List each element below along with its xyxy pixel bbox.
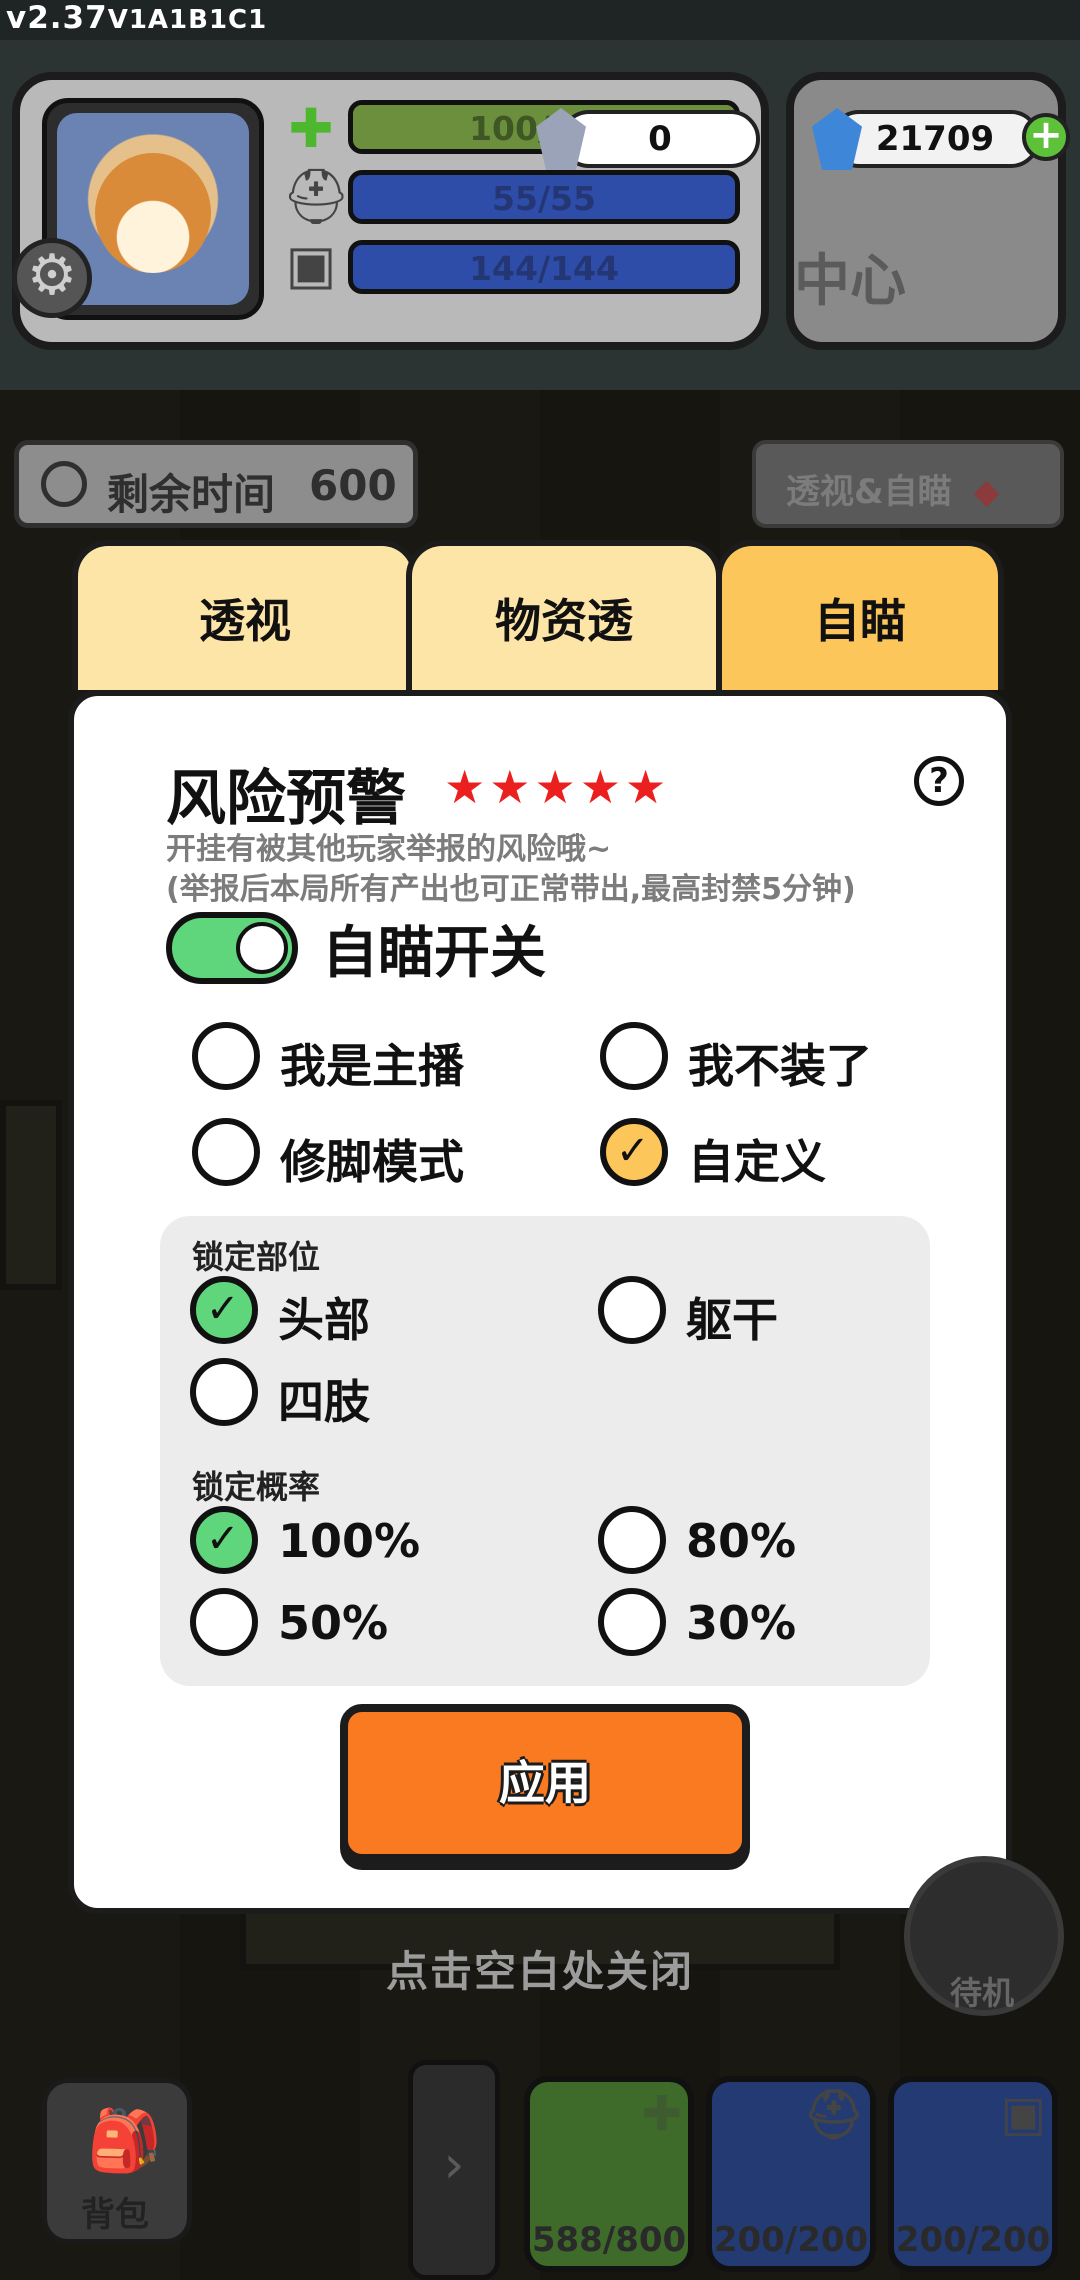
aimbot-toggle[interactable] (166, 912, 298, 984)
radio-checked-icon: ✓ (600, 1118, 668, 1186)
radio-icon (600, 1022, 668, 1090)
tab-aimbot[interactable]: 自瞄 (716, 540, 1004, 690)
tab-item-xray[interactable]: 物资透 (406, 540, 722, 690)
inventory-slot-helmet[interactable]: ⛑ 200/200 (706, 2076, 876, 2272)
armor-value: 144/144 (469, 249, 619, 288)
minimap-label: 中心 (794, 249, 906, 314)
timer-label: 剩余时间 (107, 470, 276, 519)
lock-part-title: 锁定部位 (192, 1238, 321, 1276)
cheat-tabs: 透视 物资透 自瞄 (72, 540, 1004, 690)
radio-icon (192, 1022, 260, 1090)
backpack-icon: 🎒 (87, 2106, 162, 2176)
slot-quantity: 200/200 (713, 2220, 869, 2260)
armor-icon: ▣ (1000, 2086, 1046, 2142)
radio-icon (598, 1506, 666, 1574)
helmet-icon: ⛑ (282, 165, 351, 228)
radio-icon (598, 1588, 666, 1656)
helmet-value: 55/55 (492, 179, 596, 218)
mode-label: 我不装了 (688, 1039, 872, 1093)
lock-rate-label: 50% (278, 1596, 389, 1650)
backpack-label: 背包 (81, 2195, 149, 2235)
diamond-arrow-icon: ◆ (973, 472, 1000, 512)
lock-part-label: 四肢 (278, 1375, 370, 1429)
lock-rate-label: 30% (686, 1596, 797, 1650)
timer-value: 600 (309, 461, 397, 510)
radio-icon (190, 1588, 258, 1656)
add-gem-button[interactable]: + (1022, 113, 1070, 161)
plus-icon: ✚ (641, 2086, 682, 2142)
settings-gear-icon[interactable]: ⚙ (12, 238, 92, 318)
tab-xray[interactable]: 透视 (72, 540, 418, 690)
health-plus-icon: ✚ (288, 97, 334, 160)
lock-rate-label: 80% (686, 1514, 797, 1568)
armor-icon: ▣ (285, 233, 337, 296)
apply-button[interactable]: 应用 (340, 1704, 750, 1862)
armor-bar: 144/144 (348, 240, 740, 294)
mode-label: 我是主播 (280, 1039, 464, 1093)
radio-checked-icon: ✓ (190, 1506, 258, 1574)
clock-icon (41, 461, 87, 507)
slot-quantity: 588/800 (531, 2220, 687, 2260)
lock-rate-label: 100% (278, 1514, 421, 1568)
aimbot-toggle-label: 自瞄开关 (322, 921, 546, 986)
expand-arrow-button[interactable]: › (408, 2060, 500, 2280)
radio-icon (598, 1276, 666, 1344)
version-label: v2.37V1A1B1C1 (6, 0, 268, 36)
backpack-button[interactable]: 🎒 背包 (42, 2078, 192, 2244)
mode-label: 自定义 (688, 1135, 826, 1189)
inventory-slot-armor[interactable]: ▣ 200/200 (888, 2076, 1058, 2272)
lock-part-label: 头部 (278, 1293, 370, 1347)
aimbot-modal: 风险预警 ★★★★★ ? 开挂有被其他玩家举报的风险哦~ (举报后本局所有产出也… (68, 690, 1012, 1914)
mode-label: 修脚模式 (280, 1135, 464, 1189)
standby-button[interactable]: 待机 (904, 1856, 1064, 2016)
warning-line-2: (举报后本局所有产出也可正常带出,最高封禁5分钟) (166, 872, 856, 907)
custom-settings-panel: 锁定部位 ✓ 头部 躯干 四肢 锁定概率 ✓ 100% 80% 50% 30% (160, 1216, 930, 1686)
helmet-bar: 55/55 (348, 170, 740, 224)
inventory-slot-health[interactable]: ✚ 588/800 (524, 2076, 694, 2272)
slot-quantity: 200/200 (895, 2220, 1051, 2260)
gem-counter: 21709 (830, 110, 1040, 168)
helmet-icon: ⛑ (803, 2087, 864, 2143)
lock-part-label: 躯干 (686, 1293, 778, 1347)
radio-icon (192, 1118, 260, 1186)
risk-stars: ★★★★★ (444, 760, 671, 814)
help-icon[interactable]: ? (914, 756, 964, 806)
lock-rate-title: 锁定概率 (192, 1468, 321, 1506)
warning-line-1: 开挂有被其他玩家举报的风险哦~ (166, 832, 612, 867)
xray-aim-label: 透视&自瞄 (786, 472, 952, 512)
xray-aim-button[interactable]: 透视&自瞄 ◆ (752, 440, 1064, 528)
radio-icon (190, 1358, 258, 1426)
radio-checked-icon: ✓ (190, 1276, 258, 1344)
crystal-counter: 0 (560, 110, 760, 168)
standby-label: 待机 (950, 1974, 1015, 2012)
remaining-time: 剩余时间 600 (14, 440, 418, 528)
